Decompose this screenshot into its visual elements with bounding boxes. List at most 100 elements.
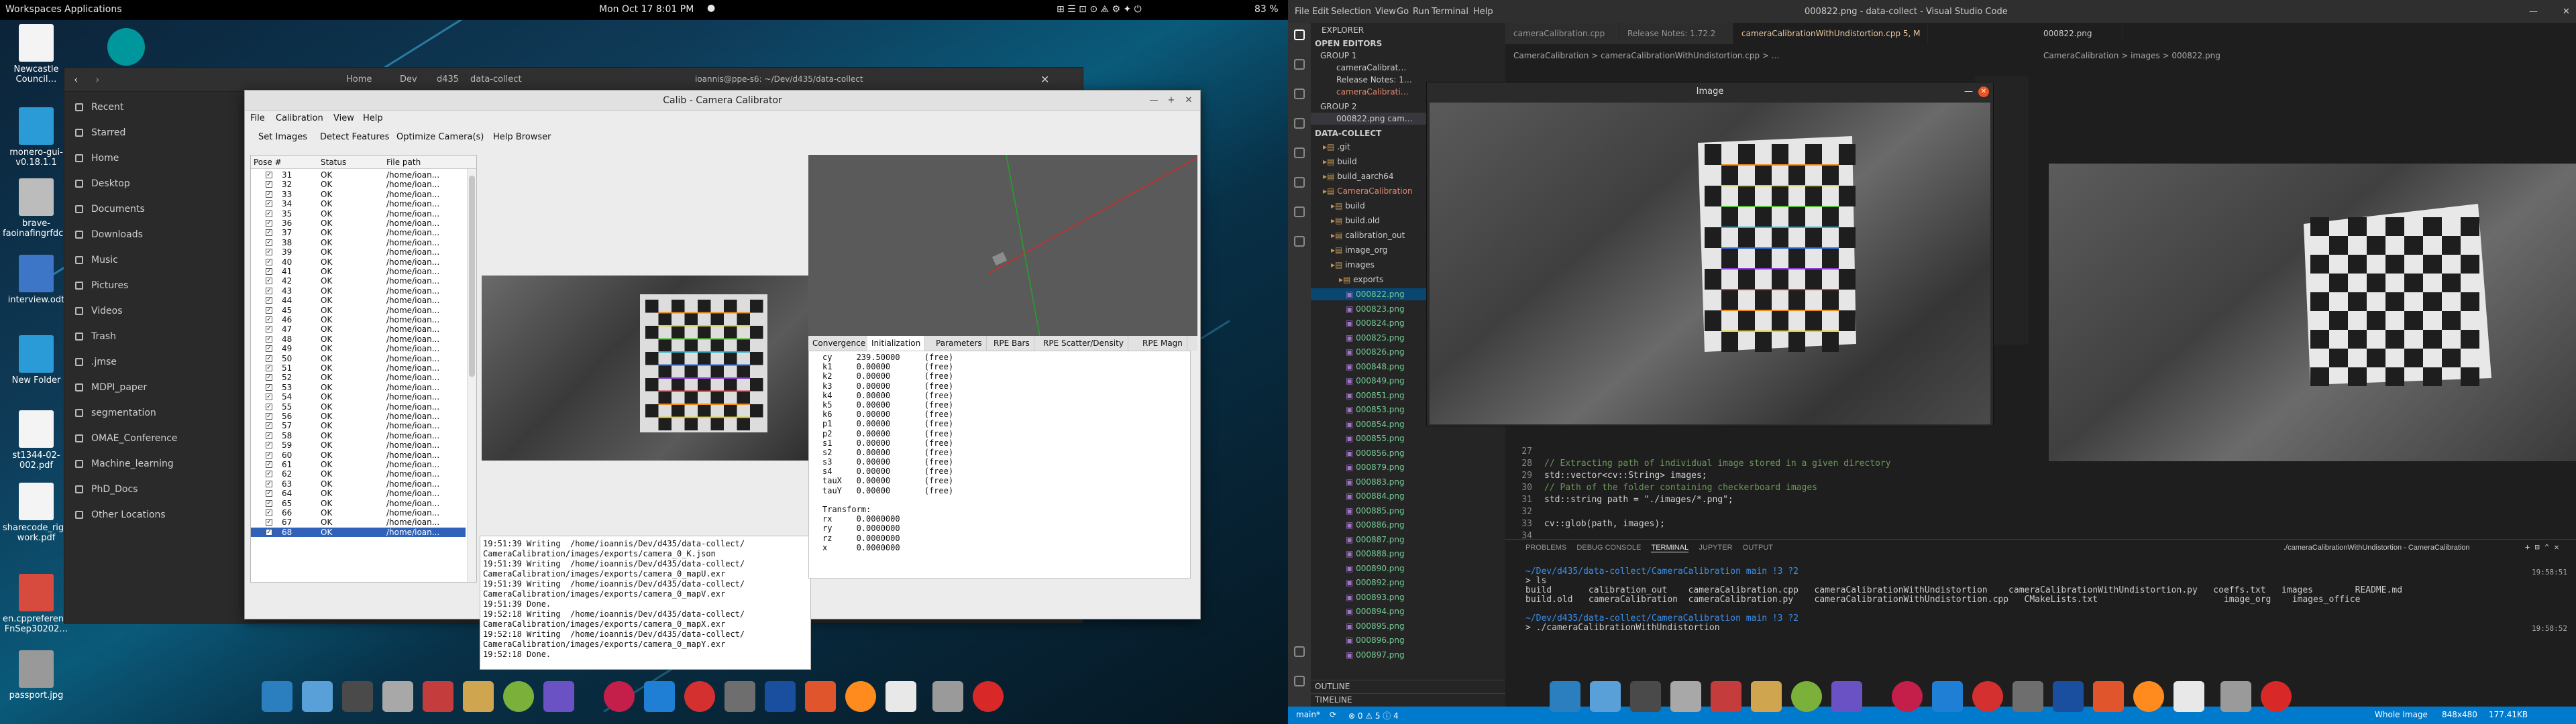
gear-icon[interactable] bbox=[1294, 676, 1305, 686]
menu-help[interactable]: Help bbox=[363, 113, 383, 123]
applications-button[interactable]: Applications bbox=[64, 4, 122, 15]
pose-checkbox[interactable]: ✓ bbox=[266, 220, 272, 227]
pose-image[interactable] bbox=[482, 276, 809, 461]
sidebar-item[interactable]: Machine_learning bbox=[72, 454, 240, 474]
editor-tab-active[interactable]: cameraCalibrationWithUndistortion.cpp 5,… bbox=[1733, 23, 1928, 44]
pose-checkbox[interactable]: ✓ bbox=[266, 528, 272, 536]
pose-row[interactable]: ✓ 48 OK/home/ioan... bbox=[251, 335, 466, 344]
sidebar-item[interactable]: Downloads bbox=[72, 225, 240, 245]
raspberry-icon[interactable] bbox=[1892, 681, 1923, 712]
obsidian-icon[interactable] bbox=[1831, 681, 1862, 712]
sidebar-item[interactable]: Music bbox=[72, 250, 240, 270]
header-path[interactable]: File path bbox=[386, 156, 421, 169]
pose-row[interactable]: ✓ 45 OK/home/ioan... bbox=[251, 306, 466, 315]
pose-checkbox[interactable]: ✓ bbox=[266, 432, 272, 439]
3d-scene-view[interactable] bbox=[808, 154, 1198, 337]
breadcrumb-home[interactable]: Home bbox=[346, 74, 372, 84]
folder-app-icon[interactable] bbox=[1670, 681, 1701, 712]
pose-row[interactable]: ✓ 49 OK/home/ioan... bbox=[251, 344, 466, 353]
files-app-icon[interactable] bbox=[1590, 681, 1621, 712]
editor-tab[interactable]: Release Notes: 1.72.2 bbox=[1619, 23, 1733, 44]
pose-checkbox[interactable]: ✓ bbox=[266, 422, 272, 430]
tab-rpe-scatter[interactable]: RPE Scatter/Density bbox=[1039, 336, 1128, 351]
pose-row[interactable]: ✓ 50 OK/home/ioan... bbox=[251, 354, 466, 363]
pose-row[interactable]: ✓ 37 OK/home/ioan... bbox=[251, 228, 466, 237]
pose-row[interactable]: ✓ 44 OK/home/ioan... bbox=[251, 296, 466, 305]
document-icon[interactable] bbox=[2174, 681, 2204, 712]
pose-row[interactable]: ✓ 52 OK/home/ioan... bbox=[251, 373, 466, 382]
app-icon[interactable] bbox=[503, 681, 534, 712]
close-icon[interactable]: ✕ bbox=[1183, 95, 1195, 107]
firefox-icon[interactable] bbox=[2133, 681, 2164, 712]
pose-checkbox[interactable]: ✓ bbox=[266, 345, 272, 353]
image-preview[interactable] bbox=[2049, 164, 2576, 461]
maximize-icon[interactable]: + bbox=[1165, 95, 1177, 107]
pose-row[interactable]: ✓ 40 OK/home/ioan... bbox=[251, 257, 466, 267]
menu-calibration[interactable]: Calibration bbox=[276, 113, 323, 123]
desktop-file-icon[interactable]: passport.jpg bbox=[3, 650, 70, 701]
pose-checkbox[interactable]: ✓ bbox=[266, 480, 272, 487]
pose-row[interactable]: ✓ 58 OK/home/ioan... bbox=[251, 431, 466, 440]
minimize-icon[interactable]: — bbox=[2529, 7, 2538, 17]
pose-row[interactable]: ✓ 39 OK/home/ioan... bbox=[251, 247, 466, 257]
timeline-section[interactable]: TIMELINE bbox=[1311, 693, 1505, 705]
pose-row[interactable]: ✓ 42 OK/home/ioan... bbox=[251, 276, 466, 286]
pose-checkbox[interactable]: ✓ bbox=[266, 451, 272, 459]
tree-file[interactable]: ▣ 000893.png bbox=[1311, 591, 1505, 603]
tree-file[interactable]: ▣ 000886.png bbox=[1311, 519, 1505, 531]
pose-checkbox[interactable]: ✓ bbox=[266, 490, 272, 497]
pose-row[interactable]: ✓ 46 OK/home/ioan... bbox=[251, 315, 466, 324]
pose-row[interactable]: ✓ 54 OK/home/ioan... bbox=[251, 392, 466, 402]
tab-debug-console[interactable]: DEBUG CONSOLE bbox=[1576, 544, 1641, 552]
search-app-icon[interactable] bbox=[262, 681, 292, 712]
extensions-icon[interactable] bbox=[1294, 147, 1305, 158]
optimize-cameras-button[interactable]: Optimize Camera(s) bbox=[396, 132, 484, 142]
grid-app-icon[interactable] bbox=[342, 681, 373, 712]
pose-row[interactable]: ✓ 38 OK/home/ioan... bbox=[251, 238, 466, 247]
vscode-icon[interactable] bbox=[1932, 681, 1963, 712]
tab-convergence[interactable]: Convergence bbox=[808, 336, 871, 351]
tree-file[interactable]: ▣ 000890.png bbox=[1311, 562, 1505, 575]
pose-checkbox[interactable]: ✓ bbox=[266, 461, 272, 468]
record-icon[interactable] bbox=[2261, 681, 2292, 712]
pose-checkbox[interactable]: ✓ bbox=[266, 278, 272, 285]
tree-file[interactable]: ▣ 000897.png bbox=[1311, 649, 1505, 661]
zotero-icon[interactable] bbox=[1972, 681, 2003, 712]
run-debug-icon[interactable] bbox=[1294, 118, 1305, 129]
tab-output[interactable]: OUTPUT bbox=[1743, 544, 1773, 552]
vscode-icon[interactable] bbox=[644, 681, 675, 712]
tree-file[interactable]: ▣ 000896.png bbox=[1311, 634, 1505, 646]
pose-checkbox[interactable]: ✓ bbox=[266, 181, 272, 188]
pose-row[interactable]: ✓ 63 OK/home/ioan... bbox=[251, 479, 466, 489]
pose-checkbox[interactable]: ✓ bbox=[266, 403, 272, 410]
pose-checkbox[interactable]: ✓ bbox=[266, 172, 272, 178]
pose-checkbox[interactable]: ✓ bbox=[266, 442, 272, 449]
desktop-folder-icon[interactable]: monero-gui-v0.18.1.1 bbox=[3, 107, 70, 168]
pose-checkbox[interactable]: ✓ bbox=[266, 249, 272, 256]
code-line[interactable]: 29 std::vector<cv::String> images; bbox=[1505, 471, 1707, 481]
menu-go[interactable]: Go bbox=[1397, 7, 1409, 17]
tray-icons[interactable]: ⊞ ☰ ⊡ ⊙ ⟁ ⚙ ✦ ⏻ bbox=[1057, 4, 1142, 15]
menu-selection[interactable]: Selection bbox=[1331, 7, 1371, 17]
pose-row[interactable]: ✓ 34 OK/home/ioan... bbox=[251, 199, 466, 208]
archive-app-icon[interactable] bbox=[463, 681, 494, 712]
sync-icon[interactable]: ⟳ bbox=[1330, 710, 1336, 719]
record-icon[interactable] bbox=[973, 681, 1004, 712]
tab-terminal[interactable]: TERMINAL bbox=[1651, 544, 1689, 552]
menu-terminal[interactable]: Terminal bbox=[1432, 7, 1468, 17]
sidebar-item[interactable]: Pictures bbox=[72, 276, 240, 296]
raspberry-icon[interactable] bbox=[604, 681, 635, 712]
grid-app-icon[interactable] bbox=[1630, 681, 1661, 712]
obsidian-icon[interactable] bbox=[543, 681, 574, 712]
search-app-icon[interactable] bbox=[1550, 681, 1580, 712]
brave-icon[interactable] bbox=[2093, 681, 2124, 712]
help-browser-button[interactable]: Help Browser bbox=[493, 132, 551, 142]
pose-row[interactable]: ✓ 67 OK/home/ioan... bbox=[251, 518, 466, 527]
desktop-file-icon[interactable]: Newcastle Council… bbox=[3, 24, 70, 84]
desktop-file-icon[interactable]: interview.odt bbox=[3, 255, 70, 305]
remote-icon[interactable] bbox=[1294, 177, 1305, 188]
problems-status[interactable]: ⊗ 0 ⚠ 5 ⓘ 4 bbox=[1348, 710, 1399, 721]
tree-file[interactable]: ▣ 000855.png bbox=[1311, 432, 1505, 444]
minimize-icon[interactable]: — bbox=[1964, 82, 1973, 101]
tree-file[interactable]: ▣ 000894.png bbox=[1311, 605, 1505, 617]
